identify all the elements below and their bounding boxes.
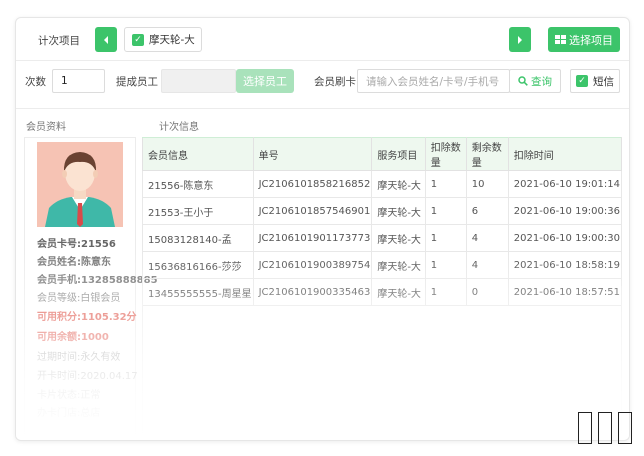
column-header: 单号: [252, 137, 373, 171]
cell-order-no: JC2106101901173773: [252, 224, 373, 252]
count-records-table: 会员信息 单号 服务项目 扣除数量 剩余数量 扣除时间 21556-陈意东 JC…: [142, 137, 623, 306]
column-header: 扣除数量: [424, 137, 467, 171]
member-open-date: 开卡时间:2020.04.17: [37, 371, 138, 382]
select-staff-button[interactable]: 选择员工: [236, 69, 294, 93]
member-balance: 可用余额:1000: [37, 332, 109, 343]
member-expiry: 过期时间:永久有效: [37, 352, 121, 363]
sms-label: 短信: [593, 75, 614, 88]
missing-glyph-icon: [578, 412, 592, 444]
cell-member: 15083128140-孟: [142, 224, 254, 252]
member-name: 会员姓名:陈意东: [37, 257, 111, 268]
cell-service: 摩天轮-大: [371, 170, 426, 198]
member-store: 办卡门店:总店: [37, 408, 101, 419]
cell-time: 2021-06-10 19:00:30: [507, 224, 623, 252]
count-info-heading: 计次信息: [159, 122, 199, 133]
cell-member: 21556-陈意东: [142, 170, 254, 198]
selected-item-label: 摩天轮-大: [149, 34, 195, 46]
grid-icon: [555, 35, 566, 44]
member-avatar: [37, 142, 123, 227]
times-label: 次数: [25, 76, 46, 88]
table-row[interactable]: 15636816166-莎莎 JC2106101900389754 摩天轮-大 …: [142, 251, 623, 279]
staff-label: 提成员工: [116, 76, 158, 88]
avatar-person-icon: [45, 152, 115, 227]
cell-order-no: JC2106101857546901: [252, 197, 373, 225]
query-button[interactable]: 查询: [509, 69, 561, 93]
form-divider: [16, 108, 629, 109]
member-points: 可用积分:1105.32分: [37, 312, 137, 323]
toolbar-divider: [16, 60, 629, 61]
cell-order-no: JC2106101900389754: [252, 251, 373, 279]
cell-service: 摩天轮-大: [371, 224, 426, 252]
member-status: 卡片状态:正常: [37, 390, 101, 401]
cell-service: 摩天轮-大: [371, 197, 426, 225]
member-card-label: 会员刷卡: [314, 76, 356, 88]
checkbox-checked-icon: ✓: [576, 75, 588, 87]
select-item-button[interactable]: 选择项目: [548, 27, 620, 52]
chevron-right-icon: [518, 35, 522, 44]
cell-member: 21553-王小于: [142, 197, 254, 225]
cell-time: 2021-06-10 19:00:36: [507, 197, 623, 225]
cell-remaining: 4: [465, 224, 509, 252]
table-row[interactable]: 21553-王小于 JC2106101857546901 摩天轮-大 1 6 2…: [142, 197, 623, 225]
count-item-label: 计次项目: [38, 35, 80, 47]
cell-remaining: 4: [465, 251, 509, 279]
column-header: 扣除时间: [507, 137, 623, 171]
member-phone: 会员手机:13285888885: [37, 275, 158, 286]
column-header: 剩余数量: [465, 137, 509, 171]
times-input[interactable]: 1: [52, 69, 105, 93]
missing-glyph-icon: [598, 412, 612, 444]
cell-deducted: 1: [424, 197, 467, 225]
cell-remaining: 6: [465, 197, 509, 225]
staff-input[interactable]: [161, 69, 236, 93]
sms-toggle[interactable]: ✓ 短信: [570, 69, 620, 93]
prev-item-button[interactable]: [95, 27, 117, 52]
cell-time: 2021-06-10 18:58:19: [507, 251, 623, 279]
member-search-input[interactable]: 请输入会员姓名/卡号/手机号: [357, 69, 510, 93]
column-header: 服务项目: [371, 137, 426, 171]
cell-member: 15636816166-莎莎: [142, 251, 254, 279]
count-consume-panel: 计次项目 ✓ 摩天轮-大 选择项目 次数 1 提成员工 选择员工 会员刷卡 请输…: [15, 17, 630, 441]
query-label: 查询: [531, 75, 552, 88]
cell-remaining: 10: [465, 170, 509, 198]
search-icon: [518, 76, 528, 86]
cell-order-no: JC2106101858216852: [252, 170, 373, 198]
select-item-label: 选择项目: [569, 33, 613, 47]
chevron-left-icon: [104, 35, 108, 44]
table-row[interactable]: 15083128140-孟 JC2106101901173773 摩天轮-大 1…: [142, 224, 623, 252]
member-profile-panel: 会员卡号:21556 会员姓名:陈意东 会员手机:13285888885 会员等…: [24, 137, 158, 438]
cell-deducted: 1: [424, 170, 467, 198]
member-profile-heading: 会员资料: [26, 122, 66, 133]
member-card-no: 会员卡号:21556: [37, 239, 116, 250]
selected-item-chip[interactable]: ✓ 摩天轮-大: [124, 27, 202, 52]
checkbox-checked-icon: ✓: [132, 33, 144, 46]
cell-service: 摩天轮-大: [371, 251, 426, 279]
table-header-row: 会员信息 单号 服务项目 扣除数量 剩余数量 扣除时间: [142, 137, 623, 171]
table-row[interactable]: 21556-陈意东 JC2106101858216852 摩天轮-大 1 10 …: [142, 170, 623, 198]
column-header: 会员信息: [142, 137, 254, 171]
cell-deducted: 1: [424, 224, 467, 252]
cell-deducted: 1: [424, 251, 467, 279]
next-item-button[interactable]: [509, 27, 531, 52]
member-level: 会员等级:白银会员: [37, 293, 121, 304]
table-empty-area: [142, 286, 622, 438]
missing-glyph-icon: [618, 412, 632, 444]
cell-time: 2021-06-10 19:01:14: [507, 170, 623, 198]
